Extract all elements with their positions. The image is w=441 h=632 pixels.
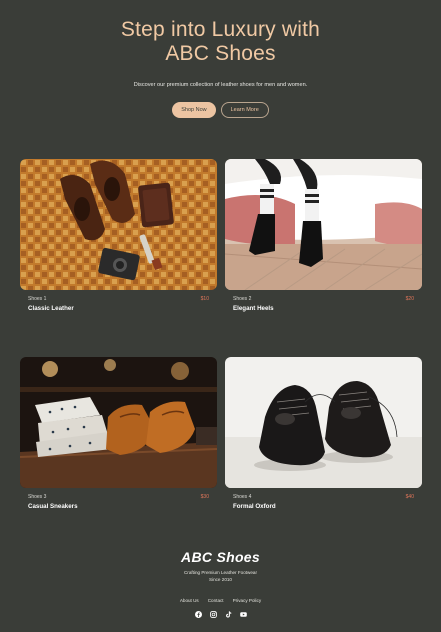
product-card[interactable]: Shoes 2 $20 Elegant Heels	[225, 159, 422, 312]
hero-title: Step into Luxury with ABC Shoes	[0, 18, 441, 66]
footer-link-privacy[interactable]: Privacy Policy	[233, 598, 262, 603]
facebook-icon[interactable]	[194, 611, 202, 618]
product-image-classic-leather[interactable]	[20, 159, 217, 290]
product-grid: Shoes 1 $10 Classic Leather Shoes 2 $20 …	[20, 159, 422, 510]
footer-link-about[interactable]: About Us	[180, 598, 199, 603]
product-category: Shoes 3	[28, 494, 47, 500]
youtube-icon[interactable]	[239, 611, 247, 618]
product-price: $40	[405, 494, 414, 500]
product-image-formal-oxford[interactable]	[225, 357, 422, 488]
footer-brand: ABC Shoes	[181, 549, 260, 565]
social-links	[0, 611, 441, 618]
shop-now-button[interactable]: Shop Now	[172, 102, 216, 118]
footer-links: About Us Contact Privacy Policy	[0, 598, 441, 603]
footer: ABC Shoes Crafting Premium Leather Footw…	[0, 549, 441, 618]
product-card[interactable]: Shoes 1 $10 Classic Leather	[20, 159, 217, 312]
product-image-casual-sneakers[interactable]	[20, 357, 217, 488]
footer-tagline: Crafting Premium Leather Footwear	[183, 570, 258, 575]
hero-section: Step into Luxury with ABC Shoes Discover…	[0, 0, 441, 118]
hero-buttons: Shop Now Learn More	[0, 102, 441, 118]
product-meta: Shoes 2 $20	[225, 296, 422, 302]
hero-title-line1: Step into Luxury with	[120, 18, 321, 41]
tiktok-icon[interactable]	[225, 611, 232, 618]
product-category: Shoes 2	[233, 296, 252, 302]
hero-title-line2: ABC Shoes	[165, 42, 276, 65]
product-meta: Shoes 3 $30	[20, 494, 217, 500]
learn-more-button[interactable]: Learn More	[220, 102, 269, 118]
footer-since: Since 2010	[209, 577, 232, 582]
product-category: Shoes 1	[28, 296, 47, 302]
product-name[interactable]: Elegant Heels	[225, 305, 422, 312]
product-price: $20	[405, 296, 414, 302]
footer-link-contact[interactable]: Contact	[208, 598, 224, 603]
product-name[interactable]: Classic Leather	[20, 305, 217, 312]
hero-subtitle: Discover our premium collection of leath…	[133, 82, 308, 88]
product-card[interactable]: Shoes 3 $30 Casual Sneakers	[20, 357, 217, 510]
product-category: Shoes 4	[233, 494, 252, 500]
product-meta: Shoes 4 $40	[225, 494, 422, 500]
product-image-elegant-heels[interactable]	[225, 159, 422, 290]
product-price: $30	[200, 494, 209, 500]
product-name[interactable]: Casual Sneakers	[20, 503, 217, 510]
product-card[interactable]: Shoes 4 $40 Formal Oxford	[225, 357, 422, 510]
instagram-icon[interactable]	[209, 611, 217, 618]
product-meta: Shoes 1 $10	[20, 296, 217, 302]
product-name[interactable]: Formal Oxford	[225, 503, 422, 510]
product-price: $10	[200, 296, 209, 302]
